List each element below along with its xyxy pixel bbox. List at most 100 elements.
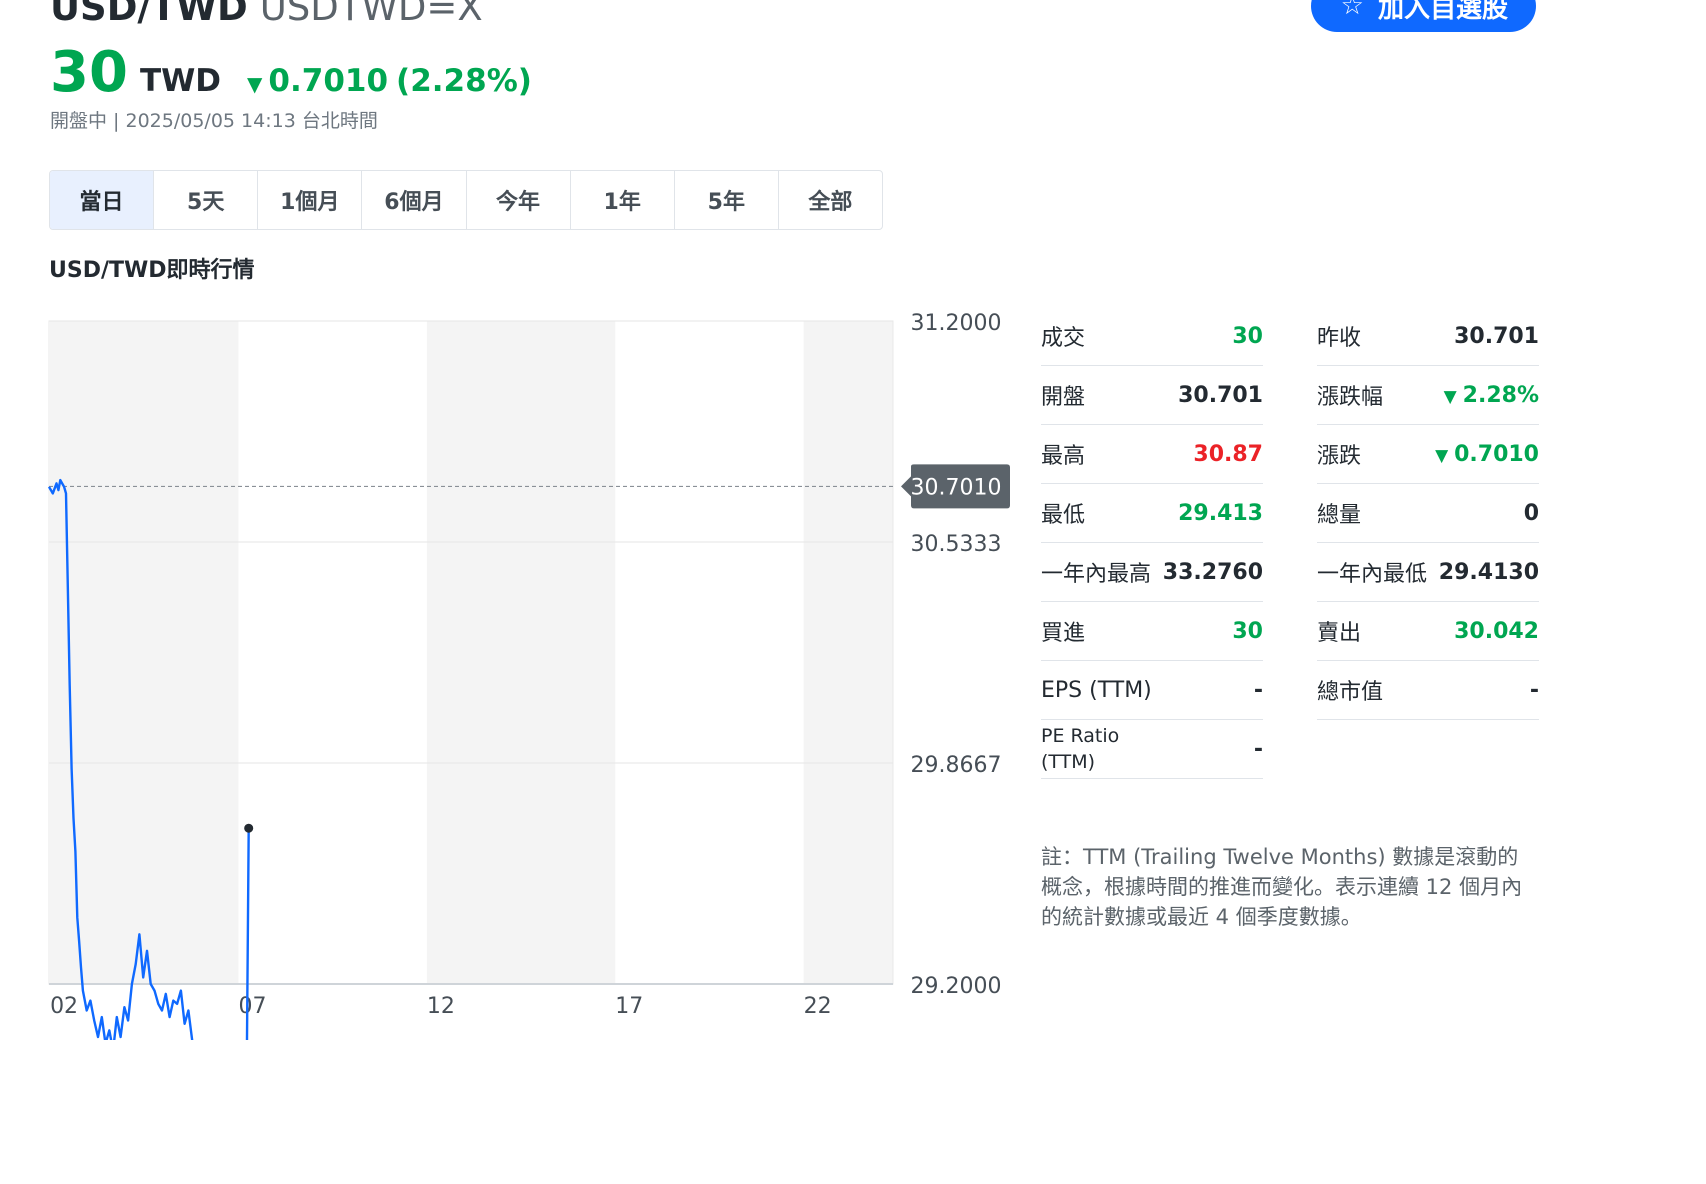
current-price: 30: [50, 40, 128, 105]
stat-label: 成交: [1041, 326, 1086, 351]
stat-row: 最高 30.87: [1041, 425, 1263, 484]
y-tick-label: 29.8667: [911, 753, 1002, 778]
stat-value: 33.2760: [1163, 560, 1263, 585]
stat-value: 30: [1232, 619, 1263, 644]
stat-label: 一年內最高: [1041, 562, 1152, 587]
stat-row: 漲跌幅 ▼ 2.28%: [1317, 366, 1539, 425]
stat-value: -: [1254, 678, 1263, 703]
day-band: [50, 321, 239, 984]
stat-label: 賣出: [1317, 621, 1362, 646]
stat-value-text: 0: [1523, 500, 1539, 526]
down-arrow-icon: ▼: [247, 72, 263, 96]
change-percent: (2.28%): [396, 63, 532, 99]
stat-value-text: -: [1529, 677, 1539, 703]
x-tick-label: 02: [50, 994, 78, 1019]
stat-value: ▼ 0.7010: [1435, 442, 1539, 467]
stat-value-text: 30: [1232, 323, 1263, 349]
star-icon: ☆: [1340, 0, 1364, 21]
stat-label: 總量: [1317, 503, 1362, 528]
stats-left-column: 成交 30 開盤 30.701 最高 30.87 最低 29.413 一年內最高 33.2760 買…: [1041, 307, 1263, 779]
stat-value-text: 30.87: [1193, 441, 1263, 467]
stat-value: -: [1254, 737, 1263, 762]
stat-value-text: -: [1253, 736, 1263, 762]
x-tick-label: 22: [804, 994, 832, 1019]
add-to-watchlist-button[interactable]: ☆ 加入自選股: [1310, 0, 1536, 32]
stat-label: 買進: [1041, 621, 1086, 646]
stat-label: 漲跌: [1317, 444, 1362, 469]
stat-label: 最高: [1041, 444, 1086, 469]
stat-value-text: -: [1253, 677, 1263, 703]
stat-row: 開盤 30.701: [1041, 366, 1263, 425]
stat-label: 漲跌幅: [1317, 385, 1384, 410]
stat-value: 29.413: [1178, 501, 1263, 526]
tab-range[interactable]: 1個月: [258, 171, 363, 229]
stat-row: 昨收 30.701: [1317, 307, 1539, 366]
stat-value-text: 30.042: [1454, 618, 1539, 644]
stat-value-text: 29.4130: [1438, 559, 1539, 585]
stat-value: 29.4130: [1439, 560, 1539, 585]
tab-range[interactable]: 5年: [675, 171, 779, 229]
tab-range[interactable]: 5天: [154, 171, 259, 229]
tab-range[interactable]: 全部: [779, 171, 882, 229]
stat-value-text: 2.28%: [1462, 382, 1539, 408]
tab-range[interactable]: 1年: [571, 171, 675, 229]
symbol-name: USD/TWD: [50, 0, 248, 29]
stats-right-column: 昨收 30.701 漲跌幅 ▼ 2.28% 漲跌 ▼ 0.7010 總量 0 一年內最低 29.4…: [1317, 307, 1539, 720]
stat-row: 買進 30: [1041, 602, 1263, 661]
stat-value-text: 30.701: [1454, 323, 1539, 349]
section-title: USD/TWD即時行情: [49, 258, 255, 283]
stat-row: 成交 30: [1041, 307, 1263, 366]
stat-value: 30.701: [1454, 324, 1539, 349]
x-tick-label: 17: [615, 994, 643, 1019]
stat-value: 30.701: [1178, 383, 1263, 408]
quote-row: 30 TWD ▼ 0.7010 (2.28%): [50, 40, 532, 105]
x-tick-label: 07: [238, 994, 266, 1019]
last-price-dot: [244, 823, 254, 833]
stat-label: 昨收: [1317, 326, 1362, 351]
stat-row: 漲跌 ▼ 0.7010: [1317, 425, 1539, 484]
change-value: 0.7010: [268, 63, 389, 99]
stat-label: 一年內最低: [1317, 562, 1428, 587]
stat-value-text: 0.7010: [1454, 441, 1539, 467]
stat-row: 總量 0: [1317, 484, 1539, 543]
stat-value: 30.87: [1193, 442, 1263, 467]
y-tick-label: 29.2000: [911, 974, 1002, 999]
currency-code: TWD: [139, 63, 222, 99]
stat-value: -: [1530, 678, 1539, 703]
stat-label: 最低: [1041, 503, 1086, 528]
stat-value-text: 30.701: [1178, 382, 1263, 408]
stat-row: PE Ratio (TTM) -: [1041, 720, 1263, 779]
y-tick-label: 31.2000: [911, 311, 1002, 336]
stat-row: 一年內最低 29.4130: [1317, 543, 1539, 602]
tab-range[interactable]: 6個月: [362, 171, 467, 229]
stat-label: 總市值: [1317, 680, 1384, 705]
price-change: ▼ 0.7010 (2.28%): [247, 63, 532, 99]
ttm-note: 註：TTM (Trailing Twelve Months) 數據是滾動的概念，…: [1041, 845, 1523, 929]
market-status: 開盤中 | 2025/05/05 14:13 台北時間: [50, 110, 378, 132]
y-tick-label: 30.5333: [911, 532, 1002, 557]
previous-close-label: 30.7010: [911, 475, 1002, 500]
ticker-symbol: USDTWD=X: [259, 0, 483, 29]
stat-value: 30: [1232, 324, 1263, 349]
range-tabs: 當日 5天 1個月 6個月 今年 1年 5年 全部: [49, 170, 883, 230]
x-tick-label: 12: [427, 994, 455, 1019]
day-band: [426, 321, 616, 984]
stat-value-text: 30: [1232, 618, 1263, 644]
tab-range[interactable]: 當日: [50, 171, 155, 229]
stat-label: 開盤: [1041, 385, 1086, 410]
stat-value: 30.042: [1454, 619, 1539, 644]
stat-value: 0: [1524, 501, 1539, 526]
price-chart[interactable]: 31.2000 30.5333 29.8667 29.2000 02 07 12 17 22 30…: [0, 300, 1020, 1040]
stat-value: ▼ 2.28%: [1444, 383, 1539, 408]
stat-row: 總市值 -: [1317, 661, 1539, 720]
stat-row: 賣出 30.042: [1317, 602, 1539, 661]
add-to-watchlist-label: 加入自選股: [1377, 0, 1508, 24]
stat-label: EPS (TTM): [1041, 677, 1152, 703]
stat-row: 一年內最高 33.2760: [1041, 543, 1263, 602]
tab-range[interactable]: 今年: [467, 171, 571, 229]
down-arrow-icon: ▼: [1435, 445, 1455, 466]
symbol-title: USD/TWD USDTWD=X: [50, 0, 483, 29]
stat-value-text: 33.2760: [1162, 559, 1263, 585]
day-band: [803, 321, 893, 984]
down-arrow-icon: ▼: [1443, 386, 1463, 407]
